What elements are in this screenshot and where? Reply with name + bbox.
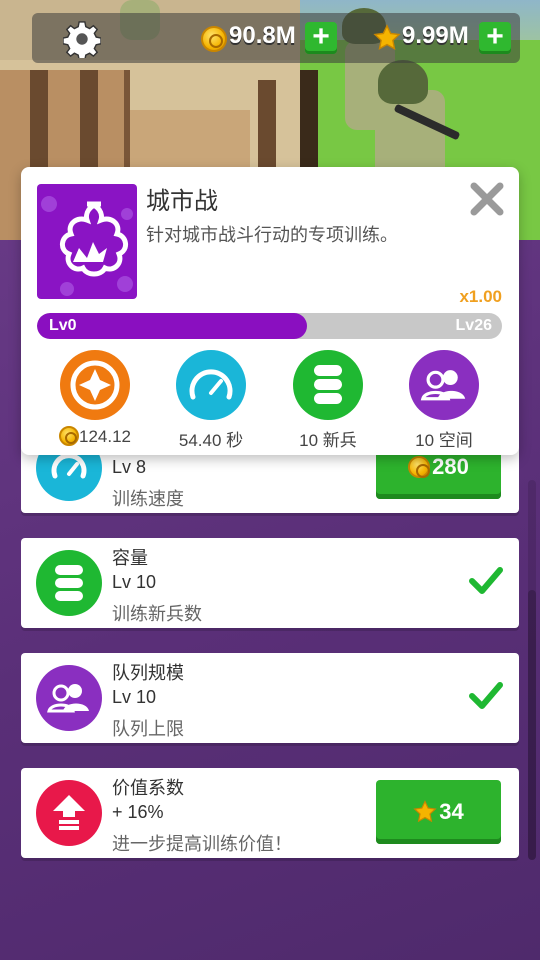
upgrade-name: 价值系数 <box>112 778 184 798</box>
gear-icon[interactable] <box>63 20 101 58</box>
soldier-helmet <box>378 60 428 104</box>
star-icon <box>413 800 437 823</box>
stack-icon <box>36 550 102 616</box>
upgrade-description: 进一步提高训练价值！ <box>112 834 292 854</box>
coin-icon <box>201 26 227 52</box>
stat-space: 10 空间 <box>394 350 494 451</box>
level-progress-bar: Lv0 Lv26 <box>37 313 502 339</box>
checkmark-icon <box>469 567 503 594</box>
upgrade-card-capacity: 容量 Lv 10 训练新兵数 <box>21 538 519 628</box>
users-icon <box>409 350 479 420</box>
star-balance: 9.99M <box>402 22 469 49</box>
coin-balance: 90.8M <box>229 22 296 49</box>
upgrade-card-queue: 队列规模 Lv 10 队列上限 <box>21 653 519 743</box>
popup-title: 城市战 <box>146 188 218 215</box>
coin-icon <box>59 426 79 446</box>
users-icon <box>36 665 102 731</box>
add-coins-button[interactable]: + <box>305 22 337 54</box>
scrollbar-track[interactable] <box>528 480 536 860</box>
stat-income: 124.12 <box>45 350 145 447</box>
scrollbar-thumb[interactable] <box>528 590 536 860</box>
upgrade-card-value: 价值系数 + 16% 进一步提高训练价值！ 34 <box>21 768 519 858</box>
level-start: Lv0 <box>49 317 77 334</box>
upgrade-level: Lv 10 <box>112 687 157 707</box>
checkmark-icon <box>469 682 503 709</box>
stat-space-value: 10 空间 <box>415 431 473 450</box>
stat-training-time: 54.40 秒 <box>161 350 261 451</box>
upgrade-description: 训练新兵数 <box>112 604 202 624</box>
skill-detail-popup: 城市战 针对城市战斗行动的专项训练。 x1.00 Lv0 Lv26 124.12… <box>21 167 519 455</box>
stat-time-value: 54.40 秒 <box>178 431 244 450</box>
stat-recruits: 10 新兵 <box>278 350 378 451</box>
compass-icon <box>60 350 130 420</box>
upgrade-price: 34 <box>439 799 464 824</box>
upgrade-level: Lv 10 <box>112 572 157 592</box>
upgrade-description: 训练速度 <box>112 489 184 509</box>
buy-upgrade-button[interactable]: 34 <box>376 780 501 844</box>
stack-icon <box>293 350 363 420</box>
close-icon[interactable] <box>469 181 505 217</box>
arrow-up-icon <box>36 780 102 846</box>
coin-icon <box>408 456 431 478</box>
explosion-icon <box>37 184 137 299</box>
level-end: Lv26 <box>455 317 492 334</box>
popup-description: 针对城市战斗行动的专项训练。 <box>146 225 398 245</box>
upgrade-name: 队列规模 <box>112 663 184 683</box>
upgrade-level: Lv 8 <box>112 457 147 477</box>
stat-income-value: 124.12 <box>79 427 131 446</box>
stat-recruits-value: 10 新兵 <box>299 431 357 450</box>
speedometer-icon <box>176 350 246 420</box>
star-icon <box>373 24 401 50</box>
multiplier-value: x1.00 <box>459 287 502 306</box>
upgrade-name: 容量 <box>112 548 148 568</box>
add-stars-button[interactable]: + <box>479 22 511 54</box>
upgrade-description: 队列上限 <box>112 719 184 739</box>
upgrade-level: + 16% <box>112 802 164 822</box>
upgrade-price: 280 <box>432 454 469 479</box>
level-progress-fill <box>37 313 307 339</box>
